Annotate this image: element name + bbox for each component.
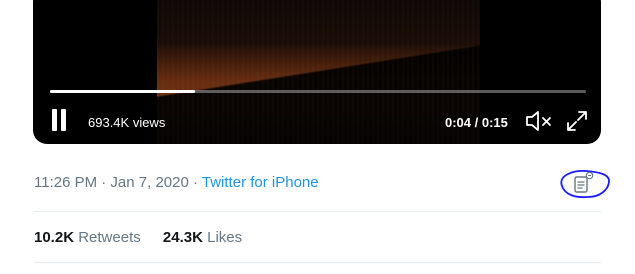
tweet-analytics-button[interactable]: [556, 164, 612, 202]
mute-button[interactable]: [525, 109, 553, 133]
video-progress-fill: [50, 90, 195, 93]
video-progress-bar[interactable]: [50, 90, 586, 93]
tweet-source-link[interactable]: Twitter for iPhone: [202, 174, 319, 191]
retweets-count: 10.2K: [34, 229, 75, 246]
tweet-meta: 11:26 PM · Jan 7, 2020 · Twitter for iPh…: [34, 174, 319, 191]
video-time: 0:04 / 0:15: [445, 115, 508, 130]
retweets-stat[interactable]: 10.2K Retweets: [34, 229, 141, 246]
pause-icon: [52, 109, 57, 131]
likes-count: 24.3K: [162, 229, 203, 246]
likes-label: Likes: [207, 229, 243, 246]
video-controls-shade: [33, 74, 601, 144]
volume-muted-icon: [526, 111, 551, 131]
likes-stat[interactable]: 24.3K Likes: [163, 229, 242, 246]
tweet-analytics-icon: [560, 170, 610, 199]
divider: [34, 211, 601, 212]
tweet-detail: 693.4K views 0:04 / 0:15 11:26 PM · Jan …: [0, 0, 635, 274]
view-count: 693.4K views: [88, 115, 166, 130]
tweet-stats: 10.2K Retweets 24.3K Likes: [34, 229, 260, 246]
divider: [34, 262, 601, 263]
fullscreen-icon: [567, 111, 587, 131]
retweets-label: Retweets: [78, 229, 141, 246]
fullscreen-button[interactable]: [565, 109, 589, 133]
video-player[interactable]: 693.4K views 0:04 / 0:15: [33, 0, 601, 144]
pause-button[interactable]: [50, 109, 68, 131]
tweet-timestamp[interactable]: 11:26 PM · Jan 7, 2020 ·: [34, 174, 202, 191]
